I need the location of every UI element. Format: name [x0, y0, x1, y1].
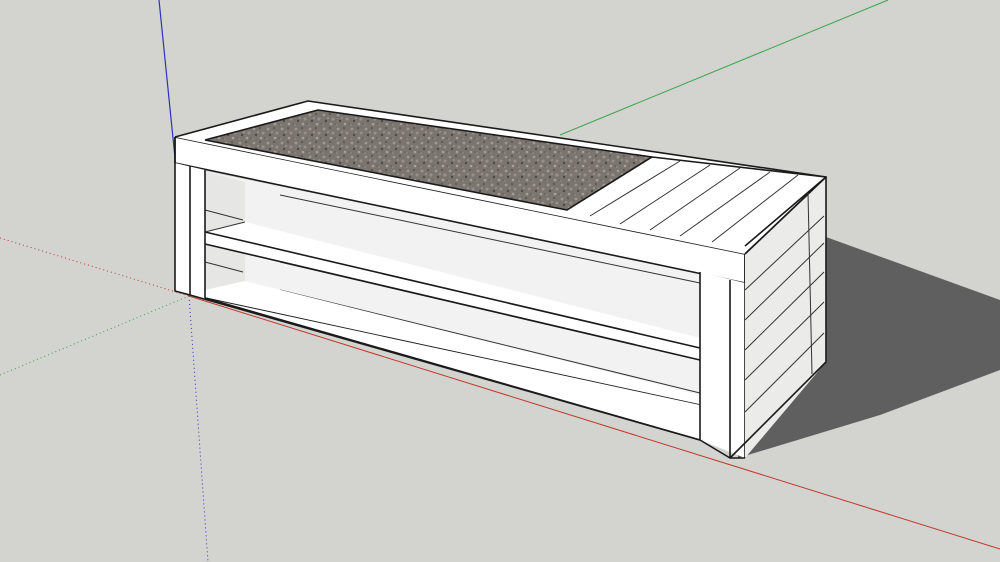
- model-canvas[interactable]: [0, 0, 1000, 562]
- green-axis-line: [559, 0, 889, 136]
- 3d-viewport[interactable]: [0, 0, 1000, 562]
- blue-axis-dotted: [188, 295, 209, 562]
- green-axis-dotted: [0, 295, 190, 376]
- red-axis-dotted: [0, 237, 190, 297]
- bench-model[interactable]: [174, 100, 827, 459]
- right-front-post: [700, 272, 745, 458]
